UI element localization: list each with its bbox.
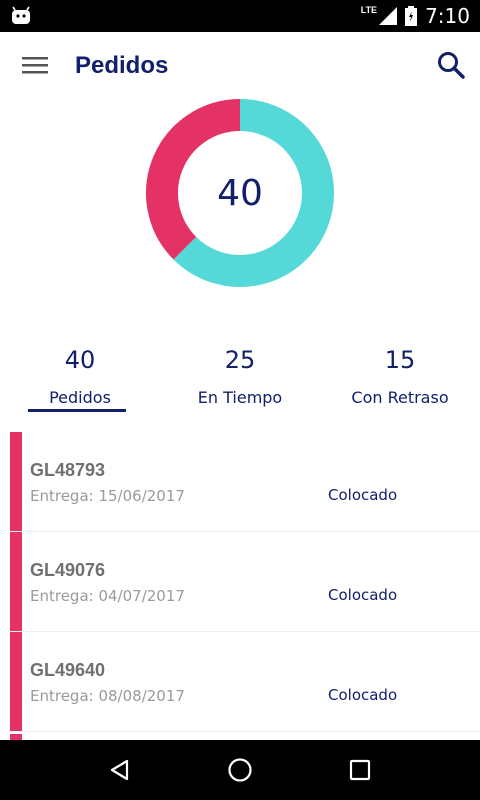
network-type: LTE	[360, 5, 378, 15]
status-right: LTE 7:10	[361, 0, 470, 32]
status-color-bar	[10, 532, 22, 631]
list-item[interactable]: GL48793 Entrega: 15/06/2017 Colocado	[10, 432, 480, 532]
back-triangle-icon	[110, 759, 129, 781]
order-date: Entrega: 15/06/2017	[30, 487, 185, 505]
order-status: Colocado	[328, 686, 398, 704]
recents-button[interactable]	[340, 750, 380, 790]
orders-list: GL48793 Entrega: 15/06/2017 Colocado GL4…	[10, 432, 480, 732]
status-bar: LTE 7:10	[0, 0, 480, 32]
page-title: Pedidos	[75, 52, 169, 79]
tab-count: 40	[64, 346, 96, 374]
search-icon[interactable]	[436, 50, 466, 80]
order-code: GL49076	[30, 560, 106, 580]
clock: 7:10	[425, 4, 470, 28]
hamburger-icon[interactable]	[22, 54, 48, 76]
order-code: GL49640	[30, 660, 106, 680]
status-color-bar	[10, 632, 22, 731]
list-item[interactable]: GL49640 Entrega: 08/08/2017 Colocado	[10, 632, 480, 732]
battery-icon	[405, 6, 418, 26]
signal-icon	[379, 7, 398, 25]
order-code: GL48793	[30, 460, 106, 480]
home-button[interactable]	[220, 750, 260, 790]
app-bar: Pedidos	[0, 32, 480, 100]
order-date: Entrega: 04/07/2017	[30, 587, 185, 605]
active-tab-indicator	[28, 409, 126, 412]
navigation-bar	[0, 740, 480, 800]
tab-en-tiempo[interactable]: 25 En Tiempo	[160, 338, 320, 418]
tab-label: En Tiempo	[197, 388, 283, 407]
status-tabs: 40 Pedidos 25 En Tiempo 15 Con Retraso	[0, 338, 480, 418]
recents-square-icon	[349, 759, 371, 781]
status-color-bar	[10, 432, 22, 531]
donut-total: 40	[217, 172, 263, 214]
android-notification-icon	[12, 6, 30, 24]
tab-label: Con Retraso	[351, 388, 449, 407]
back-button[interactable]	[100, 750, 140, 790]
tab-count: 25	[224, 346, 256, 374]
tab-con-retraso[interactable]: 15 Con Retraso	[320, 338, 480, 418]
tab-label: Pedidos	[49, 388, 111, 407]
tab-count: 15	[384, 346, 416, 374]
order-status: Colocado	[328, 486, 398, 504]
tab-pedidos[interactable]: 40 Pedidos	[0, 338, 160, 418]
order-date: Entrega: 08/08/2017	[30, 687, 185, 705]
list-item[interactable]: GL49076 Entrega: 04/07/2017 Colocado	[10, 532, 480, 632]
order-status: Colocado	[328, 586, 398, 604]
home-circle-icon	[228, 758, 252, 782]
